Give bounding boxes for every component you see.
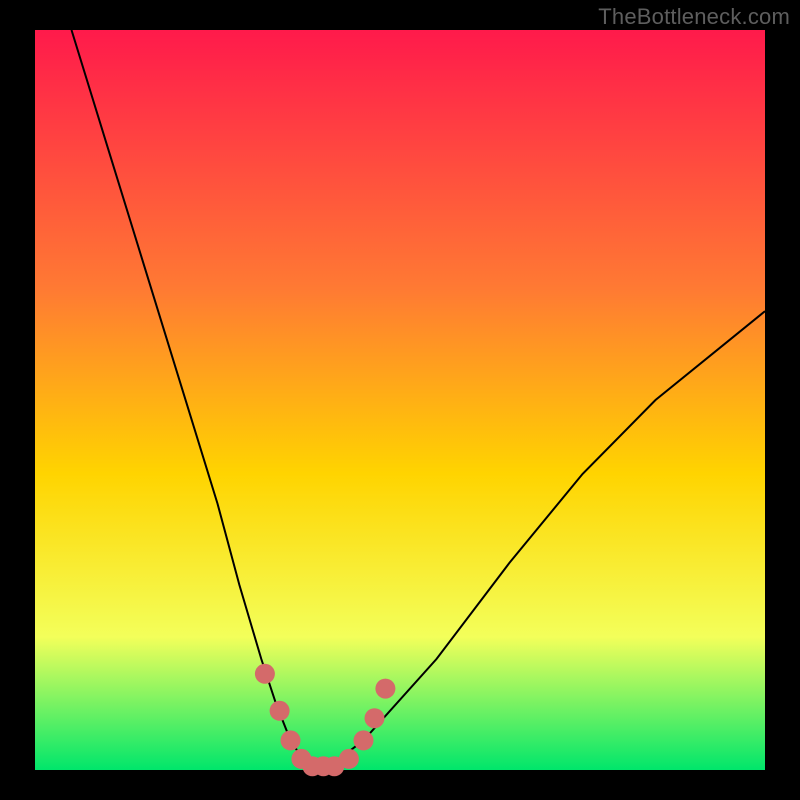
watermark-text: TheBottleneck.com — [598, 4, 790, 30]
highlight-dot — [339, 749, 359, 769]
highlight-dot — [354, 730, 374, 750]
chart-svg — [0, 0, 800, 800]
highlight-dot — [365, 708, 385, 728]
chart-stage: TheBottleneck.com — [0, 0, 800, 800]
highlight-dot — [270, 701, 290, 721]
highlight-dot — [281, 730, 301, 750]
highlight-dot — [375, 679, 395, 699]
highlight-dot — [255, 664, 275, 684]
